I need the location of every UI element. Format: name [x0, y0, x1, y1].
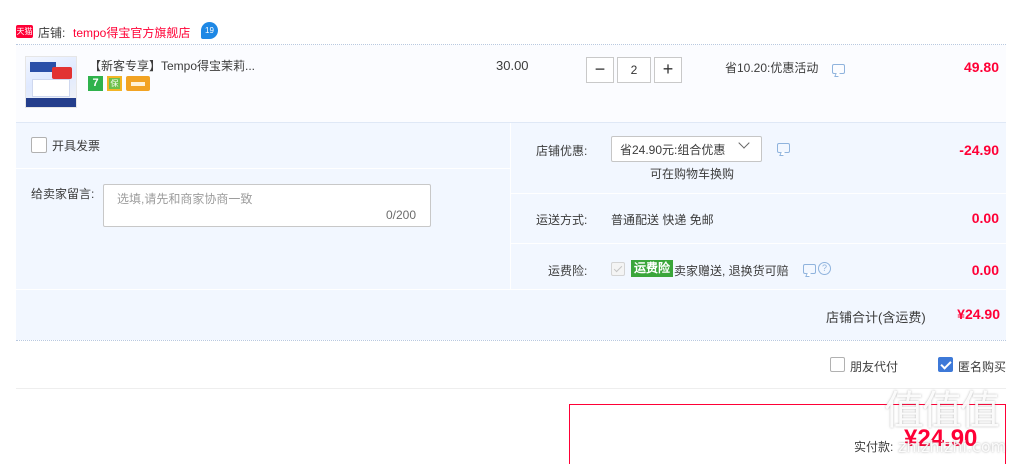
- anonymous-purchase-checkbox[interactable]: [938, 357, 953, 372]
- shop-coupon-label: 店铺优惠:: [536, 144, 588, 158]
- divider: [16, 168, 510, 169]
- shipping-insurance-badge: 运费险: [631, 260, 674, 277]
- quantity-input[interactable]: 2: [617, 57, 651, 83]
- shipping-insurance-text: 卖家赠送, 退换货可赔: [674, 264, 789, 278]
- item-subtotal: 49.80: [963, 59, 999, 75]
- promotion-comment-icon[interactable]: [832, 64, 845, 74]
- product-thumbnail[interactable]: [25, 56, 77, 108]
- divider: [16, 340, 1006, 341]
- shipping-method-value: 普通配送 快递 免邮: [611, 213, 714, 227]
- unit-price: 30.00: [496, 58, 529, 73]
- product-title-link[interactable]: 【新客专享】Tempo得宝茉莉...: [89, 57, 255, 74]
- divider: [510, 243, 1006, 244]
- shipping-insurance-checkbox: [611, 262, 625, 276]
- shop-coupon-selected-value[interactable]: 省24.90元:组合优惠: [620, 141, 725, 158]
- payment-label: 实付款:: [854, 440, 894, 454]
- watermark-logo: 值值值: [884, 388, 1000, 434]
- shop-total-amount: ¥24.90: [957, 306, 1000, 322]
- quantity-decrease-button[interactable]: −: [586, 57, 614, 83]
- divider: [510, 193, 1006, 194]
- quality-guarantee-icon[interactable]: 保: [107, 76, 122, 91]
- tmall-logo: 天猫: [16, 25, 33, 38]
- seller-message-placeholder: 选填,请先和商家协商一致: [117, 192, 253, 206]
- shipping-insurance-label: 运费险:: [548, 264, 588, 278]
- help-icon[interactable]: ?: [818, 262, 831, 275]
- shop-label: 店铺:: [38, 26, 66, 40]
- shipping-amount: 0.00: [971, 210, 999, 226]
- credit-card-installment-icon[interactable]: [126, 76, 150, 91]
- wangwang-chat-icon[interactable]: 19: [201, 22, 218, 39]
- friend-pay-label[interactable]: 朋友代付: [850, 358, 898, 375]
- promotion-text: 省10.20:优惠活动: [725, 61, 819, 75]
- shop-name-link[interactable]: tempo得宝官方旗舰店: [73, 24, 190, 41]
- coupon-discount-amount: -24.90: [959, 142, 999, 158]
- invoice-label[interactable]: 开具发票: [52, 137, 100, 154]
- divider: [16, 388, 1006, 389]
- coupon-comment-icon[interactable]: [777, 143, 790, 153]
- friend-pay-checkbox[interactable]: [830, 357, 845, 372]
- coupon-exchange-note: 可在购物车换购: [650, 167, 735, 181]
- shipping-method-label: 运送方式:: [536, 213, 588, 227]
- watermark-text: zhizhizhi.com: [898, 437, 1007, 456]
- invoice-checkbox[interactable]: [31, 137, 47, 153]
- shop-total-label: 店铺合计(含运费): [826, 310, 926, 325]
- character-counter: 0/200: [386, 208, 417, 222]
- seven-day-return-icon[interactable]: 7: [88, 76, 103, 91]
- divider: [16, 289, 1006, 290]
- quantity-increase-button[interactable]: +: [654, 57, 682, 83]
- insurance-comment-icon[interactable]: [803, 264, 816, 274]
- anonymous-purchase-label[interactable]: 匿名购买: [958, 358, 1006, 375]
- divider: [510, 123, 511, 289]
- shipping-insurance-amount: 0.00: [971, 262, 999, 278]
- seller-message-label: 给卖家留言:: [31, 187, 95, 201]
